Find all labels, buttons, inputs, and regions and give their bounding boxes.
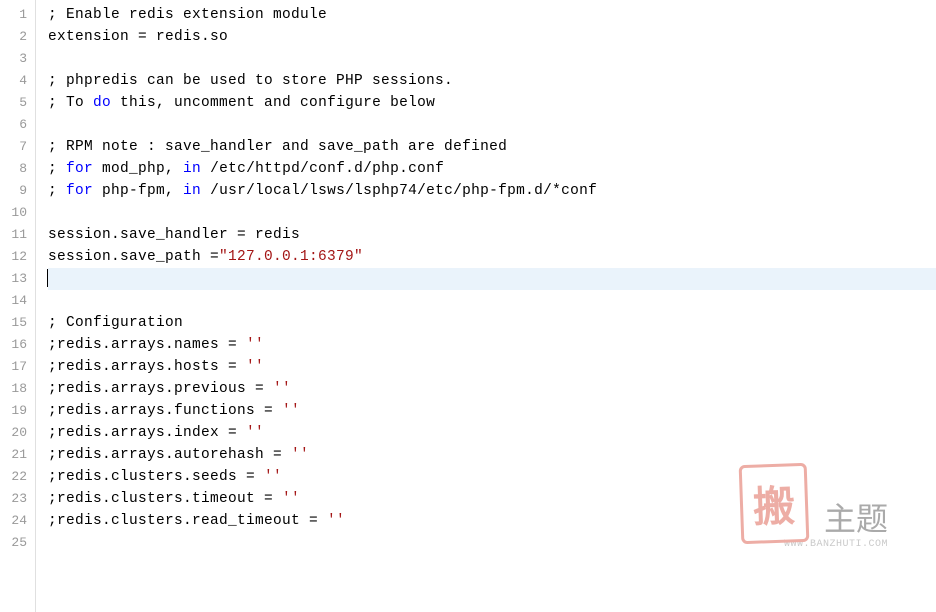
code-token: '': [282, 403, 300, 419]
line-number: 19: [4, 400, 27, 422]
line-number: 16: [4, 334, 27, 356]
line-number: 12: [4, 246, 27, 268]
code-line[interactable]: ;redis.arrays.names = '': [48, 334, 936, 356]
line-number: 10: [4, 202, 27, 224]
line-number: 4: [4, 70, 27, 92]
line-number: 14: [4, 290, 27, 312]
code-line[interactable]: ; Configuration: [48, 312, 936, 334]
code-line[interactable]: session.save_handler = redis: [48, 224, 936, 246]
line-number: 25: [4, 532, 27, 554]
code-line[interactable]: ; phpredis can be used to store PHP sess…: [48, 70, 936, 92]
code-line[interactable]: ; RPM note : save_handler and save_path …: [48, 136, 936, 158]
line-number: 22: [4, 466, 27, 488]
line-number: 6: [4, 114, 27, 136]
line-number: 20: [4, 422, 27, 444]
code-token: for: [66, 161, 93, 177]
line-number: 8: [4, 158, 27, 180]
line-number-gutter: 1234567891011121314151617181920212223242…: [0, 0, 36, 612]
line-number: 11: [4, 224, 27, 246]
code-line[interactable]: ; for mod_php, in /etc/httpd/conf.d/php.…: [48, 158, 936, 180]
code-token: ;redis.arrays.names =: [48, 337, 246, 353]
code-line[interactable]: ;redis.clusters.timeout = '': [48, 488, 936, 510]
code-token: ;redis.arrays.index =: [48, 425, 246, 441]
code-line[interactable]: ;redis.arrays.hosts = '': [48, 356, 936, 378]
code-token: ;redis.arrays.previous =: [48, 381, 273, 397]
code-token: '': [291, 447, 309, 463]
code-token: '': [282, 491, 300, 507]
code-line[interactable]: [48, 202, 936, 224]
line-number: 2: [4, 26, 27, 48]
line-number: 5: [4, 92, 27, 114]
code-token: session.save_handler = redis: [48, 227, 300, 243]
code-line[interactable]: session.save_path ="127.0.0.1:6379": [48, 246, 936, 268]
code-token: ;redis.clusters.read_timeout =: [48, 513, 327, 529]
code-token: in: [183, 161, 201, 177]
code-token: '': [246, 359, 264, 375]
code-token: do: [93, 95, 111, 111]
code-line[interactable]: ; for php-fpm, in /usr/local/lsws/lsphp7…: [48, 180, 936, 202]
code-line[interactable]: ;redis.arrays.previous = '': [48, 378, 936, 400]
code-token: ;redis.arrays.hosts =: [48, 359, 246, 375]
code-line[interactable]: ; To do this, uncomment and configure be…: [48, 92, 936, 114]
code-token: session.save_path =: [48, 249, 219, 265]
code-token: ;redis.arrays.autorehash =: [48, 447, 291, 463]
code-token: '': [246, 425, 264, 441]
code-token: '': [264, 469, 282, 485]
code-token: mod_php,: [93, 161, 183, 177]
code-line[interactable]: ;redis.arrays.index = '': [48, 422, 936, 444]
code-token: this, uncomment and configure below: [111, 95, 435, 111]
line-number: 1: [4, 4, 27, 26]
line-number: 18: [4, 378, 27, 400]
code-token: ; To: [48, 95, 93, 111]
code-line[interactable]: [48, 268, 936, 290]
text-cursor: [47, 269, 48, 287]
line-number: 17: [4, 356, 27, 378]
code-token: ;redis.arrays.functions =: [48, 403, 282, 419]
code-token: php-fpm,: [93, 183, 183, 199]
code-token: ;redis.clusters.seeds =: [48, 469, 264, 485]
line-number: 24: [4, 510, 27, 532]
code-token: ;: [48, 161, 66, 177]
code-line[interactable]: extension = redis.so: [48, 26, 936, 48]
code-token: ; RPM note : save_handler and save_path …: [48, 139, 507, 155]
code-line[interactable]: [48, 532, 936, 554]
code-token: for: [66, 183, 93, 199]
code-line[interactable]: [48, 48, 936, 70]
code-line[interactable]: ;redis.clusters.seeds = '': [48, 466, 936, 488]
code-area[interactable]: ; Enable redis extension module extension…: [36, 0, 936, 612]
code-token: '': [327, 513, 345, 529]
code-token: extension = redis.so: [48, 29, 228, 45]
code-token: '': [273, 381, 291, 397]
code-token: ; Configuration: [48, 315, 183, 331]
code-token: ;: [48, 183, 66, 199]
line-number: 23: [4, 488, 27, 510]
line-number: 13: [4, 268, 27, 290]
line-number: 7: [4, 136, 27, 158]
line-number: 9: [4, 180, 27, 202]
code-token: /usr/local/lsws/lsphp74/etc/php-fpm.d/*c…: [201, 183, 597, 199]
code-editor[interactable]: 1234567891011121314151617181920212223242…: [0, 0, 936, 612]
code-line[interactable]: ;redis.clusters.read_timeout = '': [48, 510, 936, 532]
code-token: ;redis.clusters.timeout =: [48, 491, 282, 507]
code-line[interactable]: [48, 114, 936, 136]
line-number: 15: [4, 312, 27, 334]
code-token: '': [246, 337, 264, 353]
code-token: in: [183, 183, 201, 199]
code-line[interactable]: ;redis.arrays.functions = '': [48, 400, 936, 422]
code-line[interactable]: ; Enable redis extension module: [48, 4, 936, 26]
code-token: "127.0.0.1:6379": [219, 249, 363, 265]
code-line[interactable]: [48, 290, 936, 312]
code-token: ; phpredis can be used to store PHP sess…: [48, 73, 453, 89]
line-number: 21: [4, 444, 27, 466]
code-line[interactable]: ;redis.arrays.autorehash = '': [48, 444, 936, 466]
line-number: 3: [4, 48, 27, 70]
code-token: /etc/httpd/conf.d/php.conf: [201, 161, 444, 177]
code-token: ; Enable redis extension module: [48, 7, 327, 23]
